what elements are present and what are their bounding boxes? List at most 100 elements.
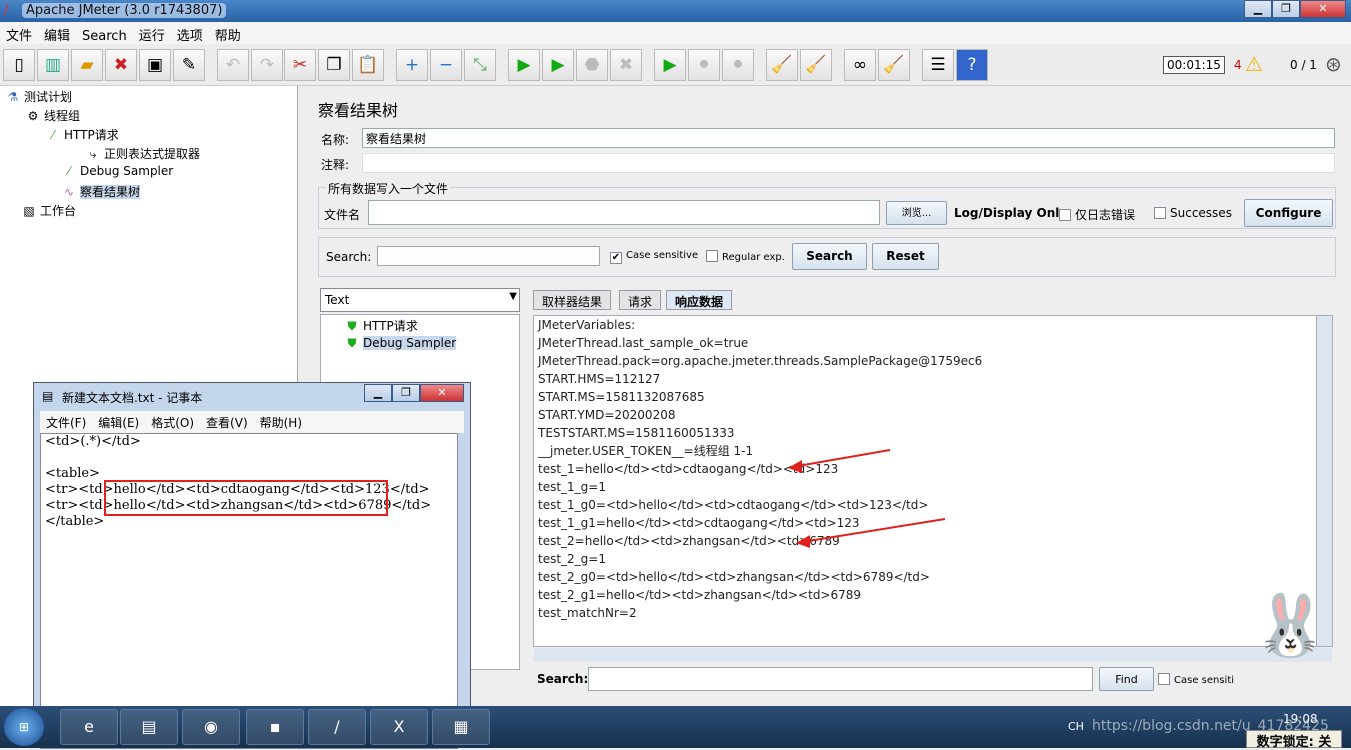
minimize-button[interactable]: ▁: [1244, 0, 1272, 18]
response-line: test_2_g=1: [538, 552, 606, 566]
clear-icon[interactable]: 🧹: [766, 49, 798, 81]
bottom-search-input[interactable]: [588, 667, 1093, 691]
configure-button[interactable]: Configure: [1244, 199, 1333, 227]
successes-checkbox[interactable]: Successes: [1154, 206, 1232, 220]
remote-stop-icon[interactable]: ⚫: [688, 49, 720, 81]
np-menu-format[interactable]: 格式(O): [145, 411, 200, 434]
close-file-icon[interactable]: ✖: [105, 49, 137, 81]
undo-icon[interactable]: ↶: [217, 49, 249, 81]
remote-exit-icon[interactable]: ⚫: [722, 49, 754, 81]
reset-button[interactable]: Reset: [872, 243, 939, 270]
np-menu-view[interactable]: 查看(V): [200, 411, 254, 434]
close-button[interactable]: ✕: [1300, 0, 1346, 18]
toggle-icon[interactable]: ⤡: [464, 49, 496, 81]
workbench-icon: ▧: [23, 204, 35, 218]
notepad-window: ▤ 新建文本文档.txt - 记事本 ▁ ❐ ✕ 文件(F) 编辑(E) 格式(O)…: [33, 382, 471, 749]
notepad-text-area[interactable]: <td>(.*)</td> <table> <tr><td>hello</td>…: [40, 433, 458, 749]
save-icon[interactable]: ▣: [139, 49, 171, 81]
find-button[interactable]: Find: [1099, 667, 1154, 691]
copy-icon[interactable]: ❐: [318, 49, 350, 81]
notepad-close[interactable]: ✕: [420, 384, 464, 402]
menu-bar: 文件 编辑 Search 运行 选项 帮助: [0, 22, 1351, 44]
bottom-case-checkbox[interactable]: Case sensiti: [1158, 673, 1234, 686]
cut-icon[interactable]: ✂: [284, 49, 316, 81]
response-line: test_2_g1=hello</td><td>zhangsan</td><td…: [538, 588, 862, 602]
input-lang[interactable]: CH: [1068, 720, 1084, 733]
clock[interactable]: 19:08: [1283, 712, 1318, 726]
horizontal-scrollbar[interactable]: [534, 648, 1332, 662]
response-line: TESTSTART.MS=1581160051333: [538, 426, 735, 440]
taskbar-cmd-icon[interactable]: ▪: [246, 709, 304, 745]
tree-node-debug-sampler[interactable]: ⁄ Debug Sampler: [62, 164, 173, 178]
search-button[interactable]: Search: [792, 243, 867, 270]
taskbar-notepad-icon[interactable]: ▦: [432, 709, 490, 745]
arrow-1: [791, 449, 891, 468]
remote-start-icon[interactable]: ▶: [654, 49, 686, 81]
taskbar-jmeter-icon[interactable]: /: [308, 709, 366, 745]
collapse-icon[interactable]: −: [430, 49, 462, 81]
help-icon[interactable]: ?: [956, 49, 988, 81]
response-line: JMeterThread.pack=org.apache.jmeter.thre…: [538, 354, 983, 368]
filename-input[interactable]: [368, 200, 880, 225]
browse-button[interactable]: 浏览...: [886, 201, 947, 225]
expand-icon[interactable]: +: [396, 49, 428, 81]
case-sensitive-checkbox[interactable]: ✔ Case sensitive: [610, 250, 698, 264]
tree-node-regex-extractor[interactable]: ⤷ 正则表达式提取器: [86, 145, 200, 162]
arrow-2-head: [796, 535, 810, 548]
save-as-icon[interactable]: ✎: [173, 49, 205, 81]
result-item[interactable]: ⛊ Debug Sampler: [345, 336, 457, 351]
np-menu-file[interactable]: 文件(F): [40, 411, 92, 434]
search-input[interactable]: [377, 246, 600, 266]
tree-node-test-plan[interactable]: ⚗ 测试计划: [6, 88, 72, 105]
tree-node-thread-group[interactable]: ⚙ 线程组: [26, 107, 80, 124]
result-item[interactable]: ⛊ HTTP请求: [345, 317, 417, 334]
new-icon[interactable]: ▯: [3, 49, 35, 81]
regex-checkbox[interactable]: Regular exp.: [706, 250, 785, 263]
notepad-minimize[interactable]: ▁: [364, 384, 392, 402]
start-button[interactable]: ⊞: [4, 708, 44, 746]
response-line: JMeterVariables:: [538, 318, 636, 332]
clear-all-icon[interactable]: 🧹: [800, 49, 832, 81]
np-menu-edit[interactable]: 编辑(E): [92, 411, 145, 434]
errors-only-checkbox[interactable]: 仅日志错误: [1059, 206, 1135, 223]
search-binoculars-icon[interactable]: ∞: [844, 49, 876, 81]
taskbar-xshell-icon[interactable]: X: [370, 709, 428, 745]
notepad-maximize[interactable]: ❐: [392, 384, 420, 402]
paste-icon[interactable]: 📋: [352, 49, 384, 81]
np-menu-help[interactable]: 帮助(H): [254, 411, 308, 434]
open-icon[interactable]: ▰: [71, 49, 103, 81]
filename-label: 文件名: [324, 208, 361, 222]
start-no-pause-icon[interactable]: ▶: [542, 49, 574, 81]
success-shield-icon: ⛊: [347, 336, 357, 350]
remote-globe-icon: ⊛: [1325, 52, 1342, 76]
taskbar-explorer-icon[interactable]: ▤: [120, 709, 178, 745]
tab-sampler-result[interactable]: 取样器结果: [533, 290, 612, 310]
log-display-label: Log/Display Only:: [954, 206, 1072, 220]
reset-search-icon[interactable]: 🧹: [878, 49, 910, 81]
warning-icon[interactable]: ⚠: [1245, 52, 1263, 76]
listener-icon: ∿: [63, 185, 75, 199]
maximize-button[interactable]: ❐: [1272, 0, 1300, 18]
tree-node-http-request[interactable]: ⁄ HTTP请求: [46, 126, 119, 143]
tab-response-data[interactable]: 响应数据: [666, 290, 733, 310]
active-threads: 0 / 1: [1290, 58, 1317, 72]
function-helper-icon[interactable]: ☰: [922, 49, 954, 81]
taskbar: ⊞ e ▤ ◉ ▪ / X ▦ CH https://blog.csdn.net…: [0, 706, 1351, 750]
comment-input[interactable]: [362, 153, 1335, 173]
tab-request[interactable]: 请求: [619, 290, 662, 310]
window-title: Apache JMeter (3.0 r1743807): [22, 3, 227, 18]
tree-node-workbench[interactable]: ▧ 工作台: [22, 202, 76, 219]
redo-icon[interactable]: ↷: [251, 49, 283, 81]
stop-icon[interactable]: ⬣: [576, 49, 608, 81]
renderer-select[interactable]: Text ▼: [320, 288, 520, 312]
response-line: START.YMD=20200208: [538, 408, 676, 422]
start-icon[interactable]: ▶: [508, 49, 540, 81]
templates-icon[interactable]: ▥: [37, 49, 69, 81]
name-input[interactable]: 察看结果树: [362, 128, 1335, 148]
taskbar-chrome-icon[interactable]: ◉: [182, 709, 240, 745]
sampler-icon: ⁄: [51, 128, 54, 142]
response-line: START.HMS=112127: [538, 372, 661, 386]
tree-node-view-results-tree[interactable]: ∿ 察看结果树: [62, 183, 141, 200]
taskbar-ie-icon[interactable]: e: [60, 709, 118, 745]
shutdown-icon[interactable]: ✖: [610, 49, 642, 81]
